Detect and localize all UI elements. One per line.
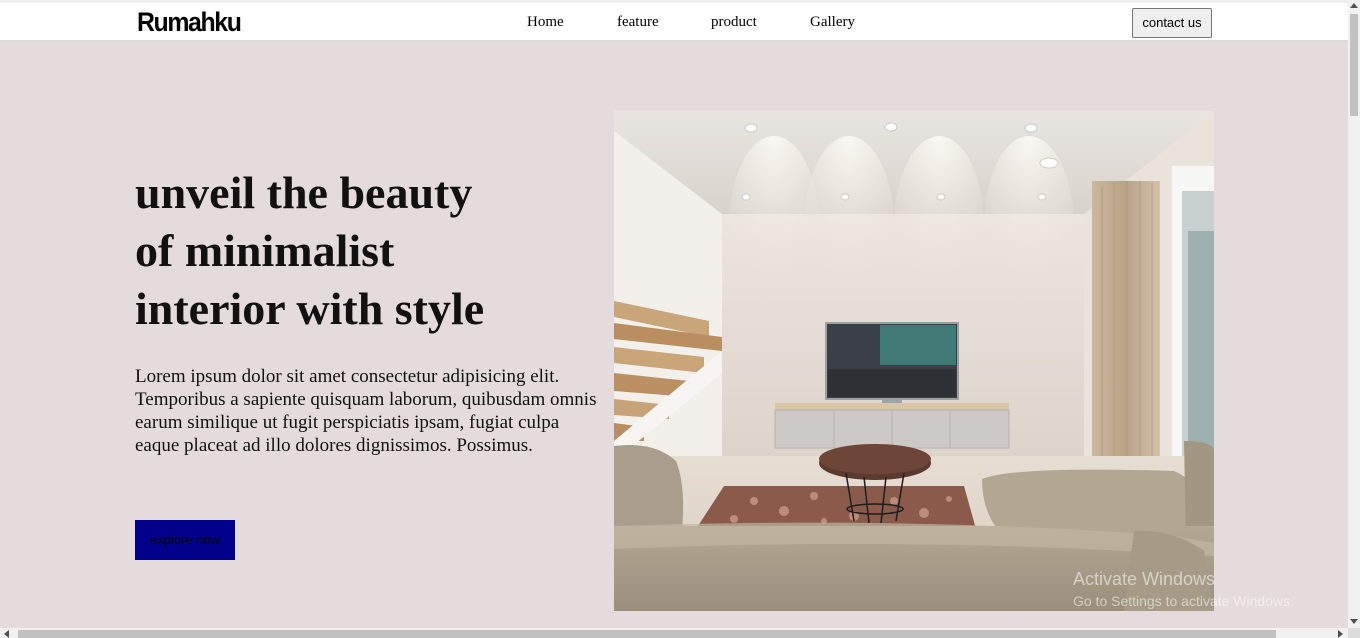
explore-now-button[interactable]: explore now [135,520,235,560]
living-room-illustration [614,111,1214,611]
hero-title-line-2: of minimalist [135,225,395,276]
scroll-left-arrow-icon[interactable] [4,630,9,638]
hero-title: unveil the beauty of minimalist interior… [135,164,595,338]
page: Rumahku Home feature product Gallery con… [0,0,1348,628]
contact-us-button[interactable]: contact us [1132,8,1212,38]
scrollbar-corner [1348,628,1360,638]
hero-title-line-1: unveil the beauty [135,167,473,218]
hero-description: Lorem ipsum dolor sit amet consectetur a… [135,366,597,456]
watermark-title: Activate Windows [1073,569,1216,589]
hero-image [614,111,1214,611]
nav-link-feature[interactable]: feature [617,13,659,31]
vertical-scrollbar[interactable] [1348,0,1360,628]
nav-link-product[interactable]: product [711,13,757,31]
scroll-up-arrow-icon[interactable] [1350,3,1358,8]
activate-windows-watermark: Activate Windows Go to Settings to activ… [1073,568,1294,610]
navbar: Rumahku Home feature product Gallery con… [0,0,1348,41]
scroll-down-arrow-icon[interactable] [1350,619,1358,624]
watermark-subtitle: Go to Settings to activate Windows. [1073,593,1294,609]
television [825,322,959,403]
nav-link-gallery[interactable]: Gallery [810,13,855,31]
hero-title-line-3: interior with style [135,283,485,334]
vertical-scroll-thumb[interactable] [1350,14,1358,116]
horizontal-scrollbar[interactable] [0,628,1348,638]
scroll-right-arrow-icon[interactable] [1338,630,1343,638]
nav-link-home[interactable]: Home [527,13,564,31]
horizontal-scroll-thumb[interactable] [18,630,1276,638]
